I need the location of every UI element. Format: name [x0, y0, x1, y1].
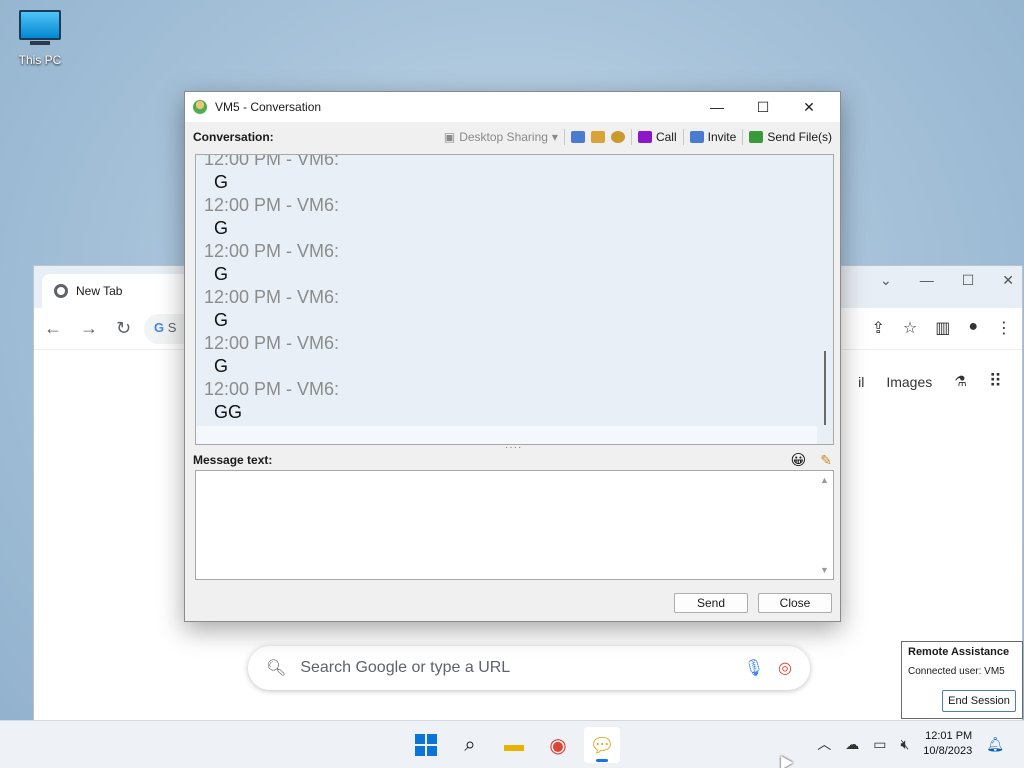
connected-user-text: Connected user: VM5: [908, 666, 1005, 677]
settings-gear-icon[interactable]: [610, 131, 625, 143]
chrome-taskbar-button[interactable]: ◉: [540, 727, 576, 763]
minimize-icon[interactable]: —: [920, 272, 934, 289]
desktop-icon-this-pc[interactable]: This PC: [12, 10, 68, 67]
emoticon-icon[interactable]: 😀: [791, 451, 807, 469]
history-scrollbar-thumb[interactable]: [824, 351, 826, 425]
chrome-ntp-links: il Images ⚗ ⠿: [858, 371, 1002, 392]
end-session-button[interactable]: End Session: [942, 690, 1016, 712]
input-scrollbar[interactable]: ▲ ▼: [817, 471, 833, 579]
remote-assistance-panel: Remote Assistance Connected user: VM5 En…: [901, 641, 1023, 719]
network-icon[interactable]: ▭: [873, 736, 886, 753]
conversation-window: VM5 - Conversation — ☐ ✕ Conversation: ▣…: [184, 91, 841, 622]
microphone-icon[interactable]: 🎙︎: [744, 658, 764, 678]
conversation-toolbar: Conversation: ▣ Desktop Sharing ▾ Call I…: [185, 122, 840, 152]
conversation-label: Conversation:: [193, 130, 274, 144]
invite-users-icon: [689, 131, 704, 143]
file-explorer-button[interactable]: ▬: [496, 727, 532, 763]
whiteboard-icon[interactable]: [570, 131, 585, 143]
message-text-label: Message text:: [193, 453, 273, 467]
profile-icon[interactable]: ●: [968, 318, 978, 338]
chrome-tab-title: New Tab: [76, 284, 123, 298]
gmail-link[interactable]: il: [858, 374, 864, 390]
google-search-box[interactable]: 🔍︎ Search Google or type a URL 🎙︎ ◎: [248, 646, 810, 690]
minimize-button[interactable]: —: [694, 99, 740, 116]
call-button[interactable]: Call: [637, 130, 677, 144]
message-meta: 12:00 PM - VM6:: [204, 333, 340, 353]
clock-date: 10/8/2023: [923, 745, 973, 757]
message-meta: 12:00 PM - VM6:: [204, 154, 340, 169]
notification-bell-icon[interactable]: 🔔︎: [986, 736, 1004, 753]
video-camera-icon: [637, 131, 652, 143]
dropdown-arrow-icon: ▾: [551, 130, 558, 144]
taskbar-search-button[interactable]: ⌕: [452, 727, 488, 763]
chrome-tab-icon: [54, 284, 68, 298]
clock-time: 12:01 PM: [925, 730, 973, 742]
chrome-icon: ◉: [549, 734, 567, 757]
chevron-down-icon[interactable]: ⌄: [880, 272, 892, 289]
menu-kebab-icon[interactable]: ⋮: [996, 318, 1012, 338]
font-format-icon[interactable]: ✎: [820, 452, 832, 469]
google-g-icon: G: [154, 320, 165, 335]
scroll-up-arrow-icon[interactable]: ▲: [820, 475, 829, 485]
send-button[interactable]: Send: [674, 593, 748, 613]
onedrive-icon[interactable]: ☁: [845, 736, 859, 753]
remote-assistance-title: Remote Assistance: [908, 646, 1010, 658]
invite-button[interactable]: Invite: [689, 130, 736, 144]
conversation-history[interactable]: 12:00 PM - VM6: G 12:00 PM - VM6: G 12:0…: [195, 154, 834, 445]
desktop-icon-label: This PC: [18, 53, 62, 67]
search-icon: ⌕: [464, 733, 476, 756]
windows-logo-icon: [415, 734, 437, 756]
messenger-user-icon: [193, 100, 207, 114]
search-placeholder: Search Google or type a URL: [300, 659, 511, 676]
message-meta: 12:00 PM - VM6:: [204, 379, 340, 399]
taskbar: ⌕ ▬ ◉ 💬︎ ︿ ☁ ▭ 🔇︎ 12:01 PM 10/8/2023 🔔︎: [0, 720, 1024, 768]
monitor-icon: [19, 10, 61, 40]
reload-icon[interactable]: ↻: [116, 318, 131, 339]
message-text: G: [214, 264, 229, 284]
application-sharing-icon[interactable]: [590, 131, 605, 143]
window-title: VM5 - Conversation: [215, 100, 322, 114]
message-input[interactable]: ▲ ▼: [195, 470, 834, 580]
message-text: G: [214, 218, 229, 238]
desktop-sharing-button[interactable]: ▣ Desktop Sharing ▾: [444, 130, 558, 144]
back-icon[interactable]: ←: [44, 318, 62, 339]
close-icon[interactable]: ✕: [1002, 272, 1014, 289]
message-meta: 12:00 PM - VM6:: [204, 241, 340, 261]
close-window-button[interactable]: ✕: [786, 99, 832, 116]
messenger-taskbar-button[interactable]: 💬︎: [584, 727, 620, 763]
message-text: G: [214, 310, 229, 330]
apps-grid-icon[interactable]: ⠿: [989, 371, 1002, 392]
google-lens-icon[interactable]: ◎: [778, 658, 792, 678]
volume-muted-icon[interactable]: 🔇︎: [900, 736, 909, 753]
message-text: GG: [214, 402, 243, 422]
message-meta: 12:00 PM - VM6:: [204, 195, 340, 215]
forward-icon[interactable]: →: [80, 318, 98, 339]
desktop-sharing-icon: ▣: [443, 130, 456, 144]
labs-flask-icon[interactable]: ⚗: [954, 373, 967, 390]
show-hidden-icons-chevron-icon[interactable]: ︿: [817, 734, 831, 754]
close-button[interactable]: Close: [758, 593, 832, 613]
images-link[interactable]: Images: [886, 374, 932, 390]
send-file-icon: [749, 131, 764, 143]
start-button[interactable]: [408, 727, 444, 763]
message-text: G: [214, 356, 229, 376]
conversation-titlebar[interactable]: VM5 - Conversation — ☐ ✕: [185, 92, 840, 122]
maximize-icon[interactable]: ☐: [962, 272, 975, 289]
message-meta: 12:00 PM - VM6:: [204, 287, 340, 307]
send-files-button[interactable]: Send File(s): [749, 130, 832, 144]
message-text: G: [214, 172, 229, 192]
search-icon: 🔍︎: [266, 660, 287, 677]
folder-icon: ▬: [504, 733, 524, 756]
share-icon[interactable]: ⇪: [871, 318, 884, 338]
side-panel-icon[interactable]: ▥: [935, 318, 950, 338]
chat-bubble-icon: 💬︎: [589, 734, 615, 757]
maximize-button[interactable]: ☐: [740, 99, 786, 116]
clock[interactable]: 12:01 PM 10/8/2023: [923, 729, 972, 759]
bookmark-star-icon[interactable]: ☆: [903, 318, 917, 338]
scroll-down-arrow-icon[interactable]: ▼: [820, 565, 829, 575]
